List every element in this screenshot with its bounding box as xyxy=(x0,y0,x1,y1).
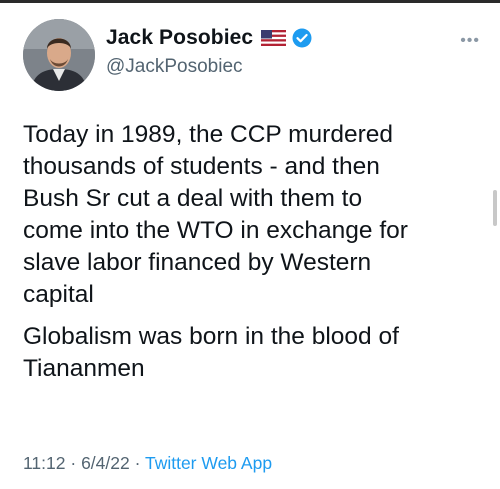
source-app-link[interactable]: Twitter Web App xyxy=(145,453,272,473)
tweet-text: Today in 1989, the CCP murdered thousand… xyxy=(23,119,483,395)
verified-icon xyxy=(292,28,312,48)
tweet-metadata: 11:12 · 6/4/22 · Twitter Web App xyxy=(23,453,272,474)
tweet-time[interactable]: 11:12 xyxy=(23,453,66,473)
tweet-paragraph: Globalism was born in the blood of Tiana… xyxy=(23,323,399,382)
avatar-image xyxy=(23,19,95,91)
scrollbar[interactable] xyxy=(493,190,497,226)
meta-separator: · xyxy=(65,453,82,473)
avatar[interactable] xyxy=(23,19,95,91)
display-name[interactable]: Jack Posobiec xyxy=(106,26,253,50)
us-flag-icon xyxy=(261,30,287,46)
more-options-icon[interactable]: ••• xyxy=(460,33,480,49)
tweet-paragraph: Today in 1989, the CCP murdered thousand… xyxy=(23,121,408,308)
meta-separator: · xyxy=(129,453,145,473)
top-border xyxy=(0,0,500,3)
user-handle[interactable]: @JackPosobiec xyxy=(106,56,243,78)
name-row: Jack Posobiec xyxy=(106,26,312,50)
tweet-date[interactable]: 6/4/22 xyxy=(81,453,130,473)
